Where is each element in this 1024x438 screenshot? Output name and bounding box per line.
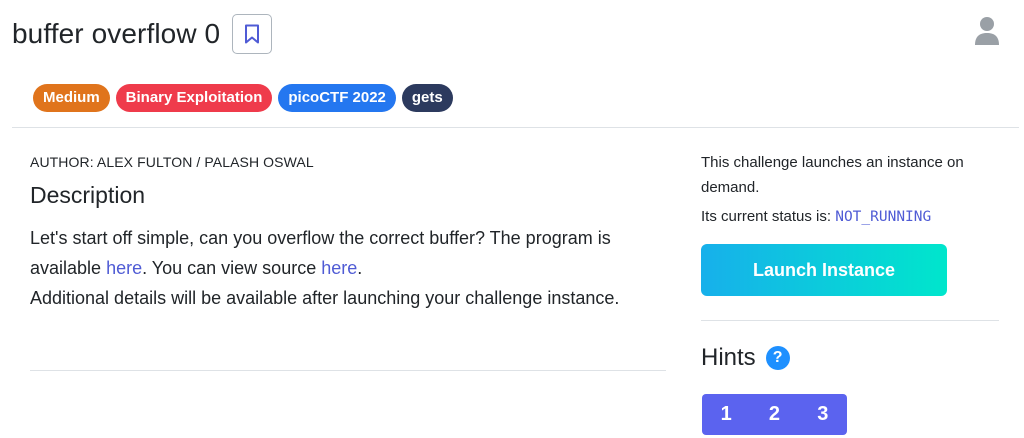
description-text-3: .: [357, 258, 363, 278]
description-body: Let's start off simple, can you overflow…: [30, 223, 666, 313]
tag-event[interactable]: picoCTF 2022: [278, 84, 396, 112]
page-title: buffer overflow 0: [12, 18, 221, 49]
description-divider: [30, 370, 666, 371]
tag-category[interactable]: Binary Exploitation: [115, 84, 273, 112]
challenge-header: buffer overflow 0: [12, 14, 273, 54]
hint-button-2[interactable]: 2: [750, 394, 798, 435]
description-heading: Description: [30, 182, 146, 208]
instance-panel: This challenge launches an instance on d…: [701, 150, 1001, 296]
additional-details-text: Additional details will be available aft…: [30, 288, 620, 308]
bookmark-button[interactable]: [232, 14, 273, 54]
author-line: AUTHOR: ALEX FULTON / PALASH OSWAL: [30, 154, 314, 170]
status-label: Its current status is:: [701, 208, 836, 225]
tag-difficulty[interactable]: Medium: [33, 84, 110, 112]
hint-button-1[interactable]: 1: [702, 394, 750, 435]
tag-keyword[interactable]: gets: [401, 84, 453, 112]
instance-info-text: This challenge launches an instance on d…: [701, 154, 964, 196]
program-download-link[interactable]: here: [106, 258, 142, 278]
hint-button-group: 1 2 3: [702, 394, 847, 435]
instance-status-line: Its current status is: NOT_RUNNING: [701, 204, 1001, 230]
header-divider: [12, 127, 1019, 128]
launch-instance-button[interactable]: Launch Instance: [701, 244, 947, 296]
description-paragraph: Let's start off simple, can you overflow…: [30, 223, 666, 283]
tag-list: Medium Binary Exploitation picoCTF 2022 …: [33, 84, 453, 112]
user-icon[interactable]: [974, 16, 1000, 46]
hints-header: Hints ?: [701, 344, 790, 372]
bookmark-icon: [245, 24, 260, 44]
status-value: NOT_RUNNING: [835, 209, 932, 225]
side-divider: [701, 320, 999, 321]
help-icon[interactable]: ?: [765, 346, 790, 370]
source-download-link[interactable]: here: [321, 258, 357, 278]
challenge-main: AUTHOR: ALEX FULTON / PALASH OSWAL Descr…: [30, 150, 666, 313]
description-text-2: . You can view source: [142, 258, 322, 278]
hints-title: Hints: [701, 344, 756, 371]
hint-button-3[interactable]: 3: [799, 394, 847, 435]
